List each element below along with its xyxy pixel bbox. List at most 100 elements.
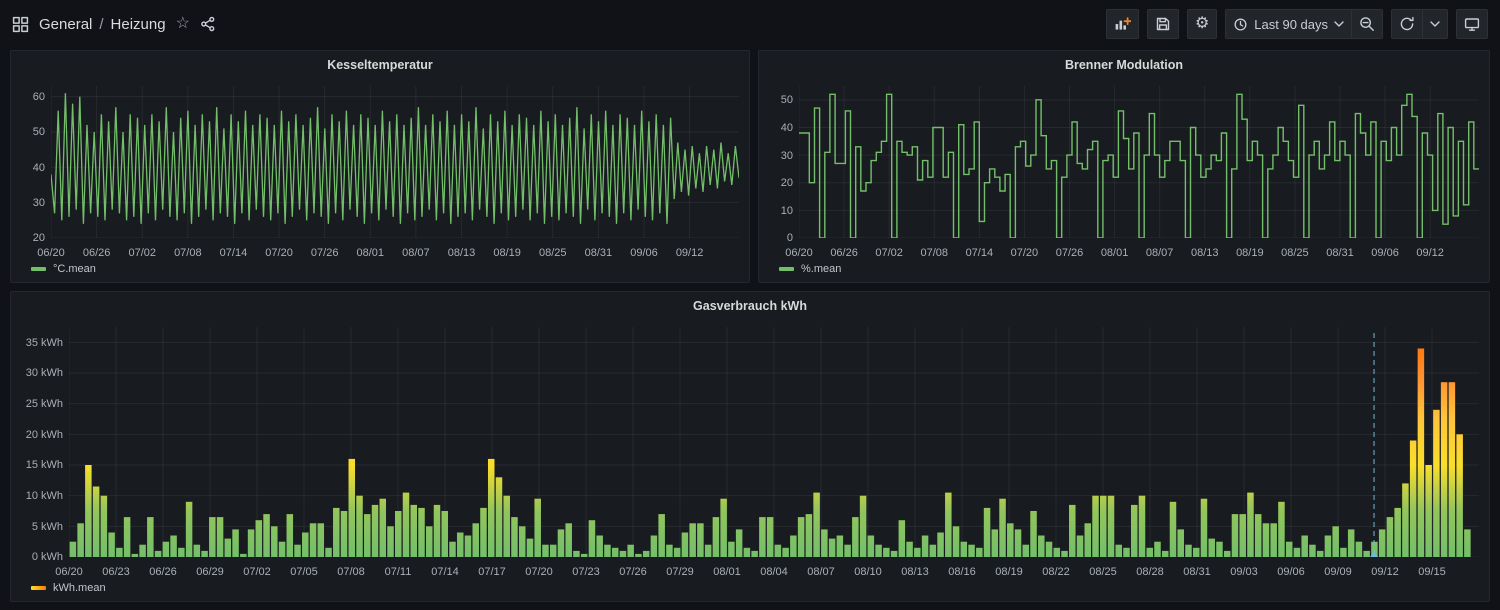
x-axis: 06/2006/2607/0207/0807/1407/2007/2608/01… xyxy=(51,245,739,259)
x-tick-label: 08/13 xyxy=(448,247,476,259)
x-tick-label: 06/20 xyxy=(37,247,65,259)
clock-icon xyxy=(1233,17,1248,32)
legend-label: kWh.mean xyxy=(53,582,106,594)
x-tick-label: 07/17 xyxy=(478,566,506,578)
x-tick-label: 08/31 xyxy=(1183,566,1211,578)
legend-item[interactable]: %.mean xyxy=(759,260,1489,282)
x-tick-label: 09/06 xyxy=(630,247,658,259)
dashboard-toolbar: ⚙ Last 90 days xyxy=(1106,9,1488,39)
x-tick-label: 07/14 xyxy=(220,247,248,259)
x-tick-label: 07/05 xyxy=(290,566,318,578)
x-tick-label: 07/02 xyxy=(128,247,156,259)
x-tick-label: 07/20 xyxy=(525,566,553,578)
save-icon xyxy=(1155,16,1171,32)
time-picker-group: Last 90 days xyxy=(1225,9,1383,39)
refresh-interval-dropdown[interactable] xyxy=(1422,10,1447,38)
x-tick-label: 09/06 xyxy=(1277,566,1305,578)
panel-gasverbrauch: Gasverbrauch kWh 0 kWh5 kWh10 kWh15 kWh2… xyxy=(10,291,1490,602)
save-dashboard-button[interactable] xyxy=(1147,9,1179,39)
legend-swatch xyxy=(31,267,46,271)
legend-swatch xyxy=(779,267,794,271)
brenner-chart-svg[interactable] xyxy=(799,86,1479,238)
dashboards-grid-icon[interactable] xyxy=(12,16,29,33)
x-tick-label: 09/09 xyxy=(1324,566,1352,578)
x-tick-label: 08/19 xyxy=(995,566,1023,578)
panel-title[interactable]: Brenner Modulation xyxy=(759,51,1489,72)
y-tick-label: 20 xyxy=(781,177,793,189)
x-tick-label: 08/13 xyxy=(901,566,929,578)
x-tick-label: 07/08 xyxy=(920,247,948,259)
y-tick-label: 20 kWh xyxy=(26,429,63,441)
time-range-picker[interactable]: Last 90 days xyxy=(1226,10,1351,38)
x-tick-label: 07/08 xyxy=(337,566,365,578)
refresh-group xyxy=(1391,9,1448,39)
settings-gear-icon: ⚙ xyxy=(1195,16,1209,32)
x-tick-label: 06/20 xyxy=(785,247,813,259)
x-tick-label: 07/02 xyxy=(243,566,271,578)
gasverbrauch-plot-area[interactable] xyxy=(69,327,1479,562)
time-range-label: Last 90 days xyxy=(1254,17,1328,32)
x-tick-label: 06/23 xyxy=(102,566,130,578)
legend-swatch xyxy=(31,586,46,590)
y-tick-label: 0 xyxy=(787,232,793,244)
add-panel-button[interactable] xyxy=(1106,9,1139,39)
x-tick-label: 07/23 xyxy=(572,566,600,578)
kessel-chart-svg[interactable] xyxy=(51,86,739,238)
y-tick-label: 5 kWh xyxy=(32,521,63,533)
y-tick-label: 30 xyxy=(33,197,45,209)
x-tick-label: 08/22 xyxy=(1042,566,1070,578)
star-icon[interactable]: ☆ xyxy=(176,16,190,32)
y-tick-label: 40 xyxy=(781,122,793,134)
y-tick-label: 25 kWh xyxy=(26,398,63,410)
x-tick-label: 08/19 xyxy=(493,247,521,259)
x-tick-label: 07/20 xyxy=(1011,247,1039,259)
y-axis: 2030405060 xyxy=(21,86,51,243)
x-tick-label: 07/11 xyxy=(385,566,412,578)
brenner-modulation-plot-area[interactable] xyxy=(799,86,1479,243)
chevron-down-icon xyxy=(1430,21,1440,27)
x-tick-label: 09/12 xyxy=(1371,566,1399,578)
panel-brenner-modulation: Brenner Modulation 01020304050 06/2006/2… xyxy=(758,50,1490,283)
dashboard-settings-button[interactable]: ⚙ xyxy=(1187,9,1217,39)
y-tick-label: 30 xyxy=(781,150,793,162)
dashboard-header: General / Heizung ☆ xyxy=(0,0,1500,48)
x-tick-label: 08/10 xyxy=(854,566,882,578)
x-tick-label: 08/25 xyxy=(1281,247,1309,259)
kesseltemperatur-plot-area[interactable] xyxy=(51,86,739,243)
breadcrumb-dashboard-title[interactable]: Heizung xyxy=(111,16,166,33)
y-axis: 0 kWh5 kWh10 kWh15 kWh20 kWh25 kWh30 kWh… xyxy=(21,327,69,562)
chevron-down-icon xyxy=(1334,21,1344,27)
x-tick-label: 08/04 xyxy=(760,566,788,578)
refresh-button[interactable] xyxy=(1392,10,1422,38)
y-tick-label: 15 kWh xyxy=(26,459,63,471)
legend-item[interactable]: °C.mean xyxy=(11,260,749,282)
time-zoom-out-button[interactable] xyxy=(1351,10,1382,38)
zoom-out-icon xyxy=(1359,16,1375,32)
panel-title[interactable]: Gasverbrauch kWh xyxy=(11,292,1489,313)
share-icon[interactable] xyxy=(200,16,216,32)
x-tick-label: 08/13 xyxy=(1191,247,1219,259)
gas-chart-svg[interactable] xyxy=(69,327,1479,557)
x-tick-label: 06/29 xyxy=(196,566,224,578)
x-tick-label: 08/01 xyxy=(713,566,741,578)
x-axis: 06/2006/2607/0207/0807/1407/2007/2608/01… xyxy=(799,245,1479,259)
y-tick-label: 10 xyxy=(781,205,793,217)
x-tick-label: 06/20 xyxy=(55,566,83,578)
breadcrumb-folder[interactable]: General xyxy=(39,16,92,33)
cycle-view-mode-button[interactable] xyxy=(1456,9,1488,39)
x-tick-label: 07/14 xyxy=(431,566,459,578)
panel-kesseltemperatur: Kesseltemperatur 2030405060 06/2006/2607… xyxy=(10,50,750,283)
x-tick-label: 08/31 xyxy=(1326,247,1354,259)
legend-label: °C.mean xyxy=(53,263,96,275)
x-tick-label: 09/03 xyxy=(1230,566,1258,578)
x-tick-label: 09/06 xyxy=(1371,247,1399,259)
panel-title[interactable]: Kesseltemperatur xyxy=(11,51,749,72)
legend-label: %.mean xyxy=(801,263,841,275)
x-tick-label: 08/16 xyxy=(948,566,976,578)
x-tick-label: 09/12 xyxy=(676,247,704,259)
x-tick-label: 08/07 xyxy=(1146,247,1174,259)
x-axis: 06/2006/2306/2606/2907/0207/0507/0807/11… xyxy=(69,564,1479,578)
legend-item[interactable]: kWh.mean xyxy=(11,579,1489,601)
tv-monitor-icon xyxy=(1464,16,1480,32)
y-tick-label: 60 xyxy=(33,91,45,103)
